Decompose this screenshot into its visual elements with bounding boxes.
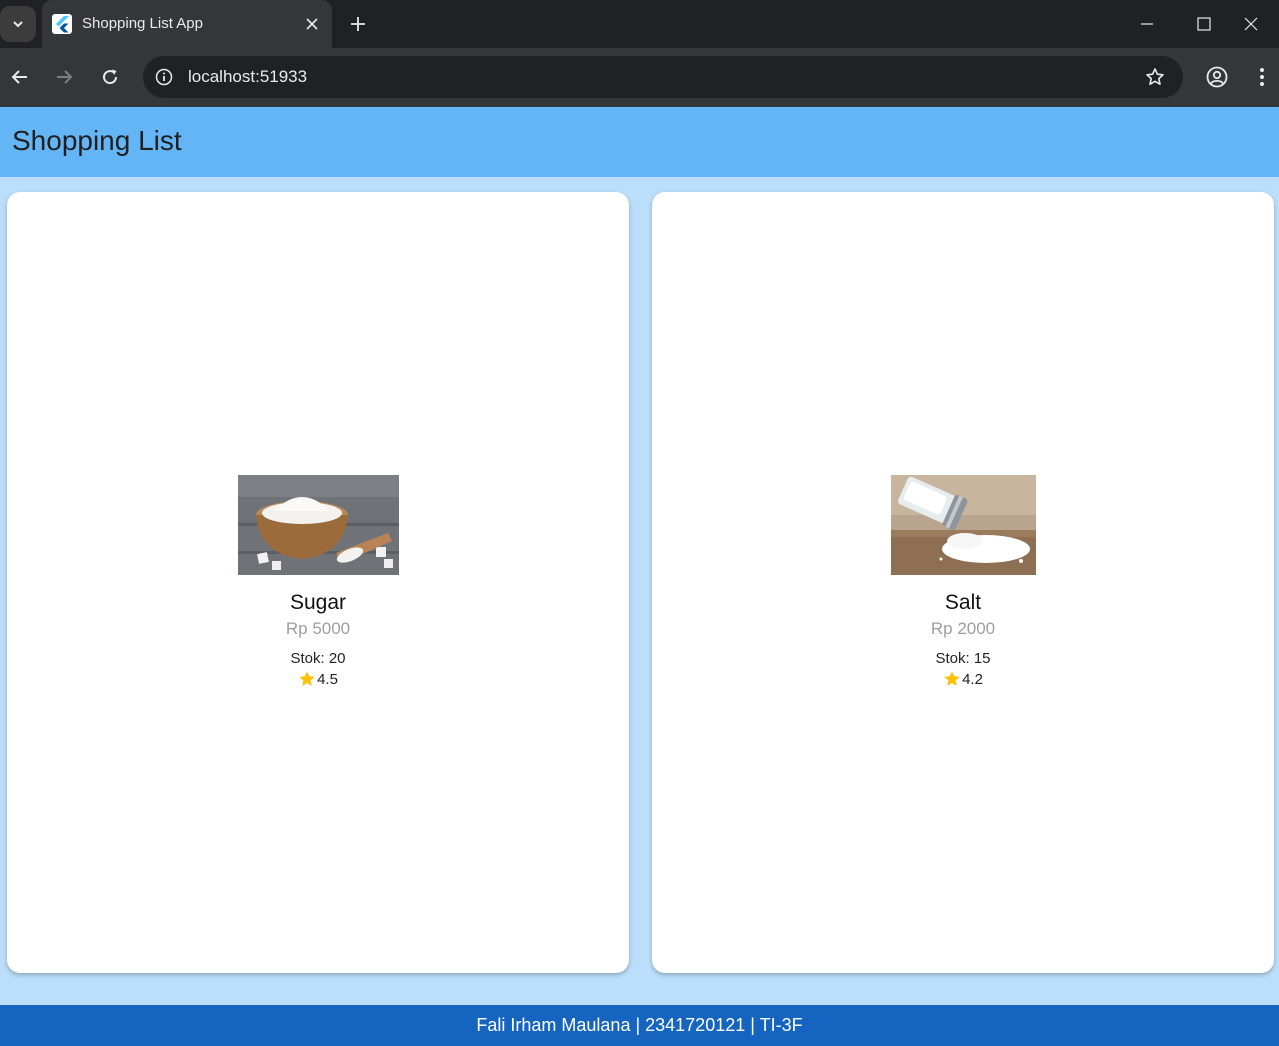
bookmark-star-icon[interactable] [1143, 65, 1167, 89]
close-window-button[interactable] [1222, 0, 1279, 48]
reload-button[interactable] [98, 65, 122, 89]
plus-icon [351, 17, 365, 31]
arrow-left-icon [11, 70, 27, 84]
app-bar: Shopping List [0, 107, 1279, 177]
tab-title: Shopping List App [82, 15, 203, 32]
browser-tab[interactable]: Shopping List App [42, 0, 332, 48]
maximize-icon [1196, 17, 1211, 31]
address-bar[interactable]: localhost:51933 [143, 56, 1183, 98]
close-icon [1244, 17, 1257, 31]
sugar-image [237, 475, 399, 575]
reload-icon [103, 69, 118, 85]
browser-tabstrip: Shopping List App [0, 0, 1279, 48]
url-text: localhost:51933 [188, 67, 308, 86]
forward-button[interactable] [52, 65, 76, 89]
star-icon [944, 671, 960, 686]
chevron-down-icon [13, 21, 23, 28]
tab-search-button[interactable] [0, 6, 36, 42]
product-grid: Sugar Rp 5000 Stok: 20 4.5 Salt Rp 2000 … [0, 177, 1279, 1005]
arrow-right-icon [57, 70, 73, 84]
product-rating: 4.2 [943, 670, 983, 688]
product-price: Rp 5000 [285, 619, 351, 638]
rating-value: 4.2 [962, 670, 983, 688]
minimize-button[interactable] [1118, 0, 1175, 48]
product-name: Salt [944, 591, 982, 614]
footer: Fali Irham Maulana | 2341720121 | TI-3F [0, 1005, 1279, 1046]
product-rating: 4.5 [298, 670, 338, 688]
product-stock: Stok: 15 [935, 650, 991, 667]
back-button[interactable] [8, 65, 32, 89]
site-info-icon[interactable] [153, 66, 175, 88]
product-stock: Stok: 20 [290, 650, 346, 667]
product-name: Sugar [289, 591, 347, 614]
star-icon [299, 671, 315, 686]
browser-toolbar: localhost:51933 [0, 48, 1279, 107]
product-card-salt[interactable]: Salt Rp 2000 Stok: 15 4.2 [652, 192, 1274, 973]
product-card-sugar[interactable]: Sugar Rp 5000 Stok: 20 4.5 [7, 192, 629, 973]
browser-menu-button[interactable] [1250, 65, 1274, 89]
close-tab-icon[interactable] [302, 14, 322, 34]
minimize-icon [1140, 23, 1153, 25]
more-vert-icon [1260, 68, 1264, 86]
salt-image [890, 475, 1036, 575]
flutter-icon [52, 14, 72, 34]
footer-text: Fali Irham Maulana | 2341720121 | TI-3F [476, 1015, 803, 1035]
new-tab-button[interactable] [346, 12, 370, 36]
profile-icon [1206, 66, 1228, 88]
product-price: Rp 2000 [930, 619, 996, 638]
page-title: Shopping List [12, 125, 182, 156]
profile-button[interactable] [1205, 65, 1229, 89]
rating-value: 4.5 [317, 670, 338, 688]
